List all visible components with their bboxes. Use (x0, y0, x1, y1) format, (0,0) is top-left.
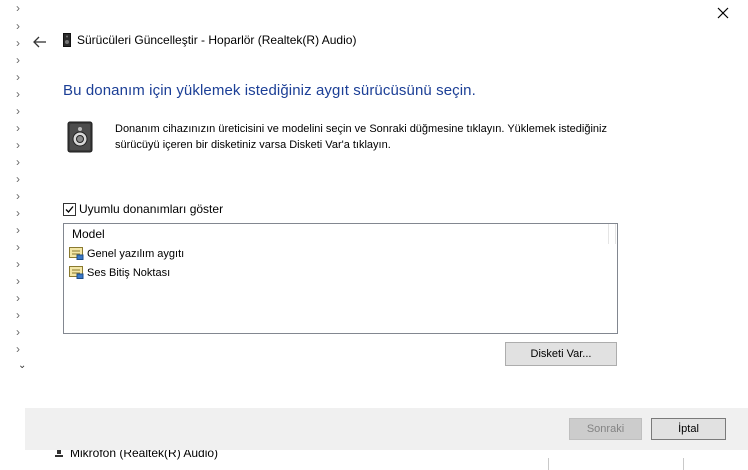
list-item-label: Genel yazılım aygıtı (87, 247, 185, 260)
cancel-button[interactable]: İptal (651, 418, 726, 440)
list-item[interactable]: Ses Bitiş Noktası (64, 263, 617, 282)
close-button[interactable] (712, 2, 734, 24)
chevron-right-icon: › (16, 121, 20, 135)
checkmark-icon (65, 205, 74, 213)
chevron-right-icon: › (16, 172, 20, 186)
dialog-title-row: Sürücüleri Güncelleştir - Hoparlör (Real… (63, 33, 356, 47)
back-button[interactable] (30, 32, 50, 52)
chevron-right-icon: › (16, 53, 20, 67)
dialog-title: Sürücüleri Güncelleştir - Hoparlör (Real… (77, 33, 357, 47)
background-divider (683, 458, 684, 470)
chevron-right-icon: › (16, 70, 20, 84)
chevron-right-icon: › (16, 155, 20, 169)
checkbox-label: Uyumlu donanımları göster (79, 202, 224, 216)
chevron-right-icon: › (16, 19, 20, 33)
chevron-right-icon: › (16, 240, 20, 254)
chevron-right-icon: › (16, 257, 20, 271)
chevron-right-icon: › (16, 342, 20, 356)
list-item-label: Ses Bitiş Noktası (87, 266, 171, 279)
chevron-right-icon: › (16, 87, 20, 101)
chevron-right-icon: › (16, 36, 20, 50)
driver-icon (69, 247, 84, 260)
chevron-right-icon: › (16, 223, 20, 237)
list-item[interactable]: Genel yazılım aygıtı (64, 244, 617, 263)
chevron-right-icon: › (16, 274, 20, 288)
background-divider (548, 458, 549, 470)
instruction-text: Donanım cihazınızın üreticisini ve model… (115, 123, 607, 151)
page-heading: Bu donanım için yüklemek istediğiniz ayg… (63, 82, 476, 99)
chevron-right-icon: › (16, 1, 20, 15)
checkbox-box[interactable] (63, 202, 76, 216)
dialog-footer: Sonraki İptal (25, 408, 748, 450)
model-list[interactable]: Model Genel yazılım aygıtı Ses Bitiş Nok… (63, 223, 618, 334)
update-drivers-dialog: Sürücüleri Güncelleştir - Hoparlör (Real… (25, 0, 748, 450)
chevron-right-icon: › (16, 138, 20, 152)
chevron-right-icon: › (16, 325, 20, 339)
next-button[interactable]: Sonraki (569, 418, 642, 440)
chevron-right-icon: › (16, 104, 20, 118)
chevron-right-icon: › (16, 206, 20, 220)
list-divider (615, 224, 616, 244)
arrow-left-icon (33, 36, 46, 48)
model-column-header[interactable]: Model (64, 224, 609, 244)
show-compatible-hardware-checkbox[interactable]: Uyumlu donanımları göster (63, 202, 223, 216)
chevron-right-icon: › (16, 291, 20, 305)
close-icon (717, 7, 729, 19)
hardware-speaker-icon (66, 121, 96, 153)
chevron-right-icon: › (16, 189, 20, 203)
speaker-device-icon (63, 33, 71, 47)
driver-icon (69, 266, 84, 279)
have-disk-button[interactable]: Disketi Var... (505, 342, 617, 366)
chevron-right-icon: › (16, 308, 20, 322)
